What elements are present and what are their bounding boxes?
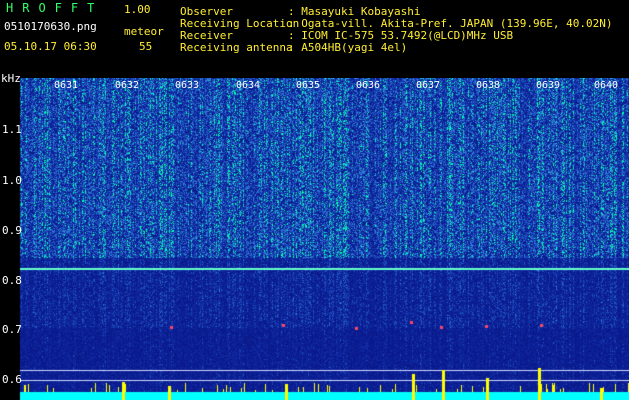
- y-tick-label: 0.7: [2, 323, 22, 336]
- y-tick-label: 0.6: [2, 373, 22, 386]
- x-tick-label: 0631: [54, 80, 79, 91]
- x-tick-label: 0632: [115, 80, 140, 91]
- x-tick-label: 0637: [416, 80, 441, 91]
- y-axis-unit: kHz: [1, 72, 21, 85]
- x-tick-label: 0635: [296, 80, 321, 91]
- y-tick-label: 1.1: [2, 123, 22, 136]
- app-version: 1.00: [124, 3, 151, 16]
- meteor-count: 55: [139, 40, 153, 53]
- meteor-label: meteor: [124, 25, 164, 38]
- y-tick-label: 0.9: [2, 224, 22, 237]
- x-tick-label: 0639: [536, 80, 561, 91]
- antenna-label: Receiving antenna: [180, 41, 293, 54]
- app-logo: HROFFT: [6, 1, 104, 15]
- x-tick-label: 0634: [236, 80, 261, 91]
- spectrogram-canvas: [0, 78, 629, 400]
- timestamp: 05.10.17 06:30: [4, 40, 97, 53]
- antenna-value: : A504HB(yagi 4el): [288, 41, 408, 54]
- y-tick-label: 1.0: [2, 174, 22, 187]
- file-name: 0510170630.png: [4, 20, 97, 33]
- x-tick-label: 0640: [594, 80, 619, 91]
- x-tick-label: 0638: [476, 80, 501, 91]
- y-tick-label: 0.8: [2, 274, 22, 287]
- x-tick-label: 0636: [356, 80, 381, 91]
- x-tick-label: 0633: [175, 80, 200, 91]
